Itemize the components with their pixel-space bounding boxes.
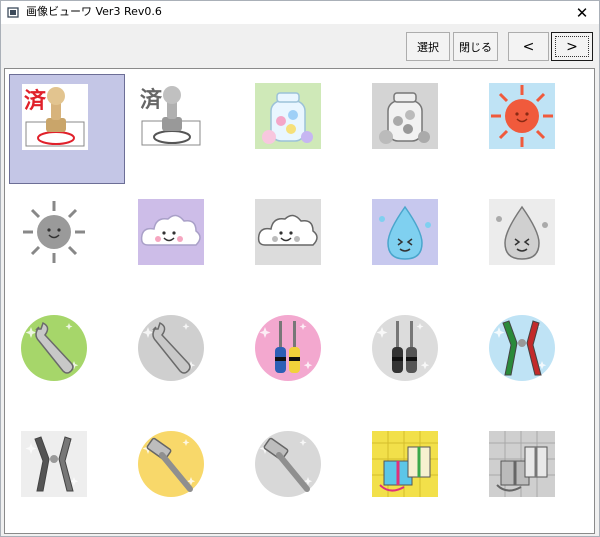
app-icon [7, 7, 19, 18]
gift-boxes-gray-icon [487, 429, 557, 499]
thumbnail-item[interactable] [243, 190, 359, 300]
thumbnail-item[interactable] [243, 422, 359, 532]
stamp-done-color-icon: 済 [20, 82, 90, 152]
hammer-gray-icon [253, 429, 323, 499]
toolbar: 選択 閉じる < > [1, 24, 599, 68]
thumbnail-item[interactable] [9, 190, 125, 300]
svg-text:済: 済 [24, 88, 47, 114]
gift-boxes-color-icon [370, 429, 440, 499]
screwdrivers-gray-icon [370, 313, 440, 383]
title-bar[interactable]: 画像ビューワ Ver3 Rev0.6 ✕ [1, 1, 599, 24]
previous-page-button[interactable]: < [508, 32, 549, 61]
thumbnail-item[interactable]: 済 [9, 74, 125, 184]
screwdrivers-color-icon [253, 313, 323, 383]
thumbnail-grid: 済 済 [4, 68, 595, 534]
wrench-gray-icon [136, 313, 206, 383]
thumbnail-item[interactable] [477, 306, 593, 416]
cloud-gray-icon [253, 197, 323, 267]
svg-text:済: 済 [140, 87, 163, 113]
thumbnail-item[interactable] [243, 306, 359, 416]
window-close-button[interactable]: ✕ [565, 1, 599, 24]
thumbnail-item[interactable] [477, 74, 593, 184]
raindrop-color-icon [370, 197, 440, 267]
close-viewer-button[interactable]: 閉じる [453, 32, 498, 61]
glass-jar-flowers-gray-icon [370, 81, 440, 151]
thumbnail-item[interactable] [360, 74, 476, 184]
thumbnail-item[interactable] [360, 190, 476, 300]
image-viewer-window: 画像ビューワ Ver3 Rev0.6 ✕ 選択 閉じる < > 済 済 [0, 0, 600, 537]
thumbnail-item[interactable] [243, 74, 359, 184]
thumbnail-item[interactable] [9, 306, 125, 416]
select-button[interactable]: 選択 [406, 32, 450, 61]
thumbnail-item[interactable]: 済 [126, 74, 242, 184]
pliers-gray-icon [19, 429, 89, 499]
hammer-color-icon [136, 429, 206, 499]
glass-jar-flowers-color-icon [253, 81, 323, 151]
thumbnail-item[interactable] [126, 306, 242, 416]
thumbnail-item[interactable] [360, 306, 476, 416]
raindrop-gray-icon [487, 197, 557, 267]
thumbnail-item[interactable] [477, 422, 593, 532]
pliers-color-icon [487, 313, 557, 383]
sun-color-icon [487, 81, 557, 151]
wrench-color-icon [19, 313, 89, 383]
thumbnail-item[interactable] [126, 190, 242, 300]
next-page-button[interactable]: > [551, 32, 593, 61]
thumbnail-item[interactable] [360, 422, 476, 532]
window-title: 画像ビューワ Ver3 Rev0.6 [26, 5, 162, 18]
thumbnail-item[interactable] [126, 422, 242, 532]
cloud-color-icon [136, 197, 206, 267]
thumbnail-item[interactable] [9, 422, 125, 532]
sun-gray-icon [19, 197, 89, 267]
thumbnail-item[interactable] [477, 190, 593, 300]
stamp-done-gray-icon: 済 [136, 81, 206, 151]
